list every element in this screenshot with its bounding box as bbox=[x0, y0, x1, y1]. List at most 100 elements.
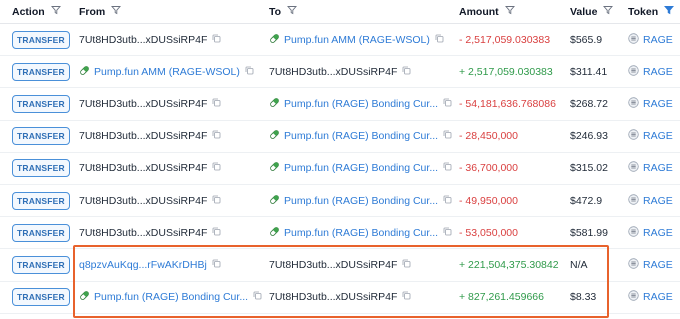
action-cell: TRANSFER bbox=[12, 288, 70, 307]
funnel-filled-icon[interactable] bbox=[664, 5, 675, 18]
from-address[interactable]: 7Ut8HD3utb...xDUSsiRP4F bbox=[79, 34, 207, 46]
pill-icon bbox=[269, 33, 280, 47]
token-cell[interactable]: RAGE bbox=[628, 290, 673, 304]
token-symbol[interactable]: RAGE bbox=[643, 98, 673, 110]
copy-icon[interactable] bbox=[212, 130, 221, 142]
to-address[interactable]: Pump.fun (RAGE) Bonding Cur... bbox=[284, 227, 438, 239]
coin-icon bbox=[628, 161, 639, 175]
token-cell[interactable]: RAGE bbox=[628, 226, 673, 240]
action-cell: TRANSFER bbox=[12, 255, 70, 274]
to-cell: Pump.fun (RAGE) Bonding Cur... bbox=[269, 226, 452, 240]
from-address[interactable]: Pump.fun (RAGE) Bonding Cur... bbox=[94, 291, 248, 303]
token-symbol[interactable]: RAGE bbox=[643, 66, 673, 78]
funnel-icon[interactable] bbox=[603, 5, 614, 18]
table-header: Action From To Amount Value Token bbox=[0, 0, 680, 24]
token-cell[interactable]: RAGE bbox=[628, 161, 673, 175]
from-address[interactable]: 7Ut8HD3utb...xDUSsiRP4F bbox=[79, 227, 207, 239]
to-address[interactable]: Pump.fun (RAGE) Bonding Cur... bbox=[284, 98, 438, 110]
token-cell[interactable]: RAGE bbox=[628, 97, 673, 111]
copy-icon[interactable] bbox=[443, 162, 452, 174]
amount-value: - 28,450,000 bbox=[459, 130, 518, 143]
header-from[interactable]: From bbox=[79, 5, 122, 18]
transfer-badge: TRANSFER bbox=[12, 288, 70, 307]
to-cell: Pump.fun AMM (RAGE-WSOL) bbox=[269, 33, 444, 47]
copy-icon[interactable] bbox=[212, 195, 221, 207]
to-address[interactable]: Pump.fun (RAGE) Bonding Cur... bbox=[284, 162, 438, 174]
amount-value: + 2,517,059.030383 bbox=[459, 65, 553, 78]
table-row: TRANSFER 7Ut8HD3utb...xDUSsiRP4F Pump.fu… bbox=[0, 121, 680, 153]
token-symbol[interactable]: RAGE bbox=[643, 195, 673, 207]
copy-icon[interactable] bbox=[443, 195, 452, 207]
header-to[interactable]: To bbox=[269, 5, 298, 18]
copy-icon[interactable] bbox=[245, 66, 254, 78]
funnel-icon[interactable] bbox=[504, 5, 515, 18]
from-address[interactable]: 7Ut8HD3utb...xDUSsiRP4F bbox=[79, 98, 207, 110]
token-cell[interactable]: RAGE bbox=[628, 258, 673, 272]
header-amount[interactable]: Amount bbox=[459, 5, 515, 18]
from-address[interactable]: 7Ut8HD3utb...xDUSsiRP4F bbox=[79, 130, 207, 142]
token-cell[interactable]: RAGE bbox=[628, 32, 673, 47]
pill-icon bbox=[79, 290, 90, 304]
table-row: TRANSFER 7Ut8HD3utb...xDUSsiRP4F Pump.fu… bbox=[0, 153, 680, 185]
to-address[interactable]: Pump.fun (RAGE) Bonding Cur... bbox=[284, 195, 438, 207]
token-cell[interactable]: RAGE bbox=[628, 193, 673, 208]
funnel-icon[interactable] bbox=[111, 5, 122, 18]
header-token[interactable]: Token bbox=[628, 5, 675, 18]
usd-value: $311.41 bbox=[570, 65, 608, 78]
amount-value: + 221,504,375.30842 bbox=[459, 258, 559, 271]
funnel-icon[interactable] bbox=[287, 5, 298, 18]
pill-icon bbox=[79, 65, 90, 79]
from-address[interactable]: 7Ut8HD3utb...xDUSsiRP4F bbox=[79, 162, 207, 174]
token-symbol[interactable]: RAGE bbox=[643, 162, 673, 174]
copy-icon[interactable] bbox=[443, 227, 452, 239]
transfer-badge: TRANSFER bbox=[12, 223, 70, 242]
transfer-badge: TRANSFER bbox=[12, 127, 70, 146]
transfer-badge: TRANSFER bbox=[12, 159, 70, 178]
coin-icon bbox=[628, 193, 639, 208]
copy-icon[interactable] bbox=[212, 227, 221, 239]
copy-icon[interactable] bbox=[212, 34, 221, 46]
from-address[interactable]: 7Ut8HD3utb...xDUSsiRP4F bbox=[79, 195, 207, 207]
to-cell: Pump.fun (RAGE) Bonding Cur... bbox=[269, 129, 452, 143]
copy-icon[interactable] bbox=[212, 98, 221, 110]
token-cell[interactable]: RAGE bbox=[628, 129, 673, 143]
amount-cell: - 36,700,000 bbox=[459, 162, 518, 174]
value-cell: N/A bbox=[570, 259, 588, 271]
token-symbol[interactable]: RAGE bbox=[643, 34, 673, 46]
funnel-icon[interactable] bbox=[50, 5, 61, 18]
copy-icon[interactable] bbox=[212, 259, 221, 271]
value-cell: $268.72 bbox=[570, 98, 608, 110]
amount-cell: + 2,517,059.030383 bbox=[459, 66, 553, 78]
copy-icon[interactable] bbox=[402, 259, 411, 271]
token-symbol[interactable]: RAGE bbox=[643, 259, 673, 271]
to-address[interactable]: 7Ut8HD3utb...xDUSsiRP4F bbox=[269, 259, 397, 271]
from-address[interactable]: q8pzvAuKqg...rFwAKrDHBj bbox=[79, 259, 207, 271]
copy-icon[interactable] bbox=[435, 34, 444, 46]
copy-icon[interactable] bbox=[443, 98, 452, 110]
usd-value: $246.93 bbox=[570, 130, 608, 143]
amount-value: + 827,261.459666 bbox=[459, 291, 544, 304]
to-address[interactable]: Pump.fun (RAGE) Bonding Cur... bbox=[284, 130, 438, 142]
token-symbol[interactable]: RAGE bbox=[643, 291, 673, 303]
to-address[interactable]: 7Ut8HD3utb...xDUSsiRP4F bbox=[269, 66, 397, 78]
to-address[interactable]: 7Ut8HD3utb...xDUSsiRP4F bbox=[269, 291, 397, 303]
transfer-badge: TRANSFER bbox=[12, 30, 70, 49]
pill-icon bbox=[269, 226, 280, 240]
amount-cell: - 54,181,636.768086 bbox=[459, 98, 556, 110]
pill-icon bbox=[269, 97, 280, 111]
action-cell: TRANSFER bbox=[12, 191, 70, 210]
copy-icon[interactable] bbox=[402, 66, 411, 78]
table-row: TRANSFER Pump.fun (RAGE) Bonding Cur... … bbox=[0, 282, 680, 314]
copy-icon[interactable] bbox=[212, 162, 221, 174]
header-action[interactable]: Action bbox=[12, 5, 61, 18]
token-symbol[interactable]: RAGE bbox=[643, 130, 673, 142]
token-cell[interactable]: RAGE bbox=[628, 65, 673, 79]
copy-icon[interactable] bbox=[253, 291, 262, 303]
header-value[interactable]: Value bbox=[570, 5, 614, 18]
from-address[interactable]: Pump.fun AMM (RAGE-WSOL) bbox=[94, 66, 240, 78]
copy-icon[interactable] bbox=[402, 291, 411, 303]
amount-cell: - 2,517,059.030383 bbox=[459, 34, 550, 46]
token-symbol[interactable]: RAGE bbox=[643, 227, 673, 239]
to-address[interactable]: Pump.fun AMM (RAGE-WSOL) bbox=[284, 34, 430, 46]
copy-icon[interactable] bbox=[443, 130, 452, 142]
